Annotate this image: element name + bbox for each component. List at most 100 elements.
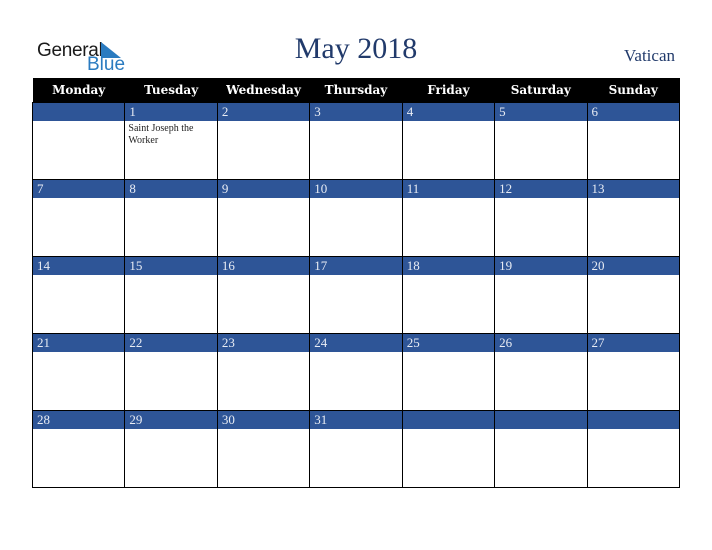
country-label: Vatican xyxy=(624,46,675,65)
weekday-header-tuesday: Tuesday xyxy=(124,78,218,102)
day-cell[interactable]: 8 xyxy=(124,179,218,256)
weekday-header-friday: Friday xyxy=(402,78,495,102)
day-event xyxy=(495,121,586,179)
day-number: 1 xyxy=(125,102,217,121)
day-event xyxy=(588,352,679,410)
day-number: 26 xyxy=(495,333,587,352)
day-event xyxy=(495,275,586,333)
day-event xyxy=(310,198,401,256)
day-event xyxy=(495,429,586,487)
day-cell[interactable]: 30 xyxy=(216,410,311,488)
day-number: 13 xyxy=(587,179,679,198)
day-event xyxy=(218,198,309,256)
day-cell[interactable]: 24 xyxy=(309,333,403,410)
day-cell[interactable] xyxy=(31,102,126,179)
day-cell[interactable]: 23 xyxy=(216,333,311,410)
day-cell[interactable]: 7 xyxy=(31,179,126,256)
day-number: 4 xyxy=(402,102,495,121)
day-cell[interactable]: 4 xyxy=(401,102,496,179)
day-number: 18 xyxy=(402,256,495,275)
day-number: 22 xyxy=(125,333,217,352)
day-number: 12 xyxy=(495,179,587,198)
day-cell[interactable]: 5 xyxy=(494,102,588,179)
day-event xyxy=(310,275,401,333)
day-number: 6 xyxy=(587,102,679,121)
day-number xyxy=(33,102,125,121)
day-cell[interactable] xyxy=(586,410,681,488)
day-event xyxy=(125,352,216,410)
day-cell[interactable]: 2 xyxy=(216,102,311,179)
day-cell[interactable]: 16 xyxy=(216,256,311,333)
week-row: 21 22 23 24 25 26 27 xyxy=(31,333,681,410)
day-cell[interactable]: 14 xyxy=(31,256,126,333)
week-row: 7 8 9 10 11 12 13 xyxy=(31,179,681,256)
day-event xyxy=(33,121,124,179)
day-event xyxy=(588,198,679,256)
weekday-header-row: Monday Tuesday Wednesday Thursday Friday Satu… xyxy=(32,78,680,102)
day-cell[interactable]: 15 xyxy=(124,256,218,333)
day-number xyxy=(495,410,587,429)
day-number: 3 xyxy=(310,102,402,121)
calendar-title: May 2018 xyxy=(294,32,418,65)
day-cell[interactable]: 18 xyxy=(401,256,496,333)
day-number: 5 xyxy=(495,102,587,121)
day-cell[interactable]: 1 Saint Joseph the Worker xyxy=(124,102,218,179)
day-number: 20 xyxy=(587,256,679,275)
day-event xyxy=(588,429,679,487)
day-event xyxy=(403,352,494,410)
day-cell[interactable] xyxy=(401,410,496,488)
day-event xyxy=(310,121,401,179)
day-number: 27 xyxy=(587,333,679,352)
day-cell[interactable]: 13 xyxy=(586,179,681,256)
day-number: 16 xyxy=(217,256,310,275)
day-event xyxy=(218,352,309,410)
day-number: 21 xyxy=(33,333,125,352)
day-cell[interactable]: 17 xyxy=(309,256,403,333)
day-cell[interactable]: 19 xyxy=(494,256,588,333)
day-cell[interactable]: 20 xyxy=(586,256,681,333)
day-cell[interactable]: 9 xyxy=(216,179,311,256)
day-number: 31 xyxy=(310,410,402,429)
day-number: 17 xyxy=(310,256,402,275)
day-cell[interactable]: 31 xyxy=(309,410,403,488)
day-number xyxy=(587,410,679,429)
day-event xyxy=(495,198,586,256)
day-cell[interactable]: 10 xyxy=(309,179,403,256)
day-event xyxy=(125,198,216,256)
day-event xyxy=(310,352,401,410)
day-event xyxy=(33,352,124,410)
day-number: 19 xyxy=(495,256,587,275)
day-event xyxy=(310,429,401,487)
day-event xyxy=(403,275,494,333)
day-cell[interactable]: 26 xyxy=(494,333,588,410)
day-cell[interactable]: 11 xyxy=(401,179,496,256)
day-cell[interactable]: 28 xyxy=(31,410,126,488)
day-event xyxy=(403,198,494,256)
week-row: 28 29 30 31 xyxy=(31,410,681,488)
calendar-grid: Monday Tuesday Wednesday Thursday Friday Satu… xyxy=(31,78,681,488)
day-number: 11 xyxy=(402,179,495,198)
day-number: 8 xyxy=(125,179,217,198)
week-row: 14 15 16 17 18 19 20 xyxy=(31,256,681,333)
day-number: 10 xyxy=(310,179,402,198)
day-number: 30 xyxy=(217,410,310,429)
day-event xyxy=(218,121,309,179)
day-number: 9 xyxy=(217,179,310,198)
weekday-header-sunday: Sunday xyxy=(587,78,680,102)
day-event xyxy=(218,429,309,487)
day-number: 7 xyxy=(33,179,125,198)
day-cell[interactable]: 21 xyxy=(31,333,126,410)
day-cell[interactable]: 25 xyxy=(401,333,496,410)
day-cell[interactable]: 27 xyxy=(586,333,681,410)
day-cell[interactable]: 3 xyxy=(309,102,403,179)
day-cell[interactable]: 22 xyxy=(124,333,218,410)
day-cell[interactable]: 12 xyxy=(494,179,588,256)
day-event xyxy=(218,275,309,333)
day-cell[interactable]: 29 xyxy=(124,410,218,488)
day-cell[interactable]: 6 xyxy=(586,102,681,179)
day-event xyxy=(125,429,216,487)
week-row: 1 Saint Joseph the Worker 2 3 4 5 6 xyxy=(31,102,681,179)
day-cell[interactable] xyxy=(494,410,588,488)
day-event xyxy=(495,352,586,410)
weekday-header-saturday: Saturday xyxy=(494,78,588,102)
